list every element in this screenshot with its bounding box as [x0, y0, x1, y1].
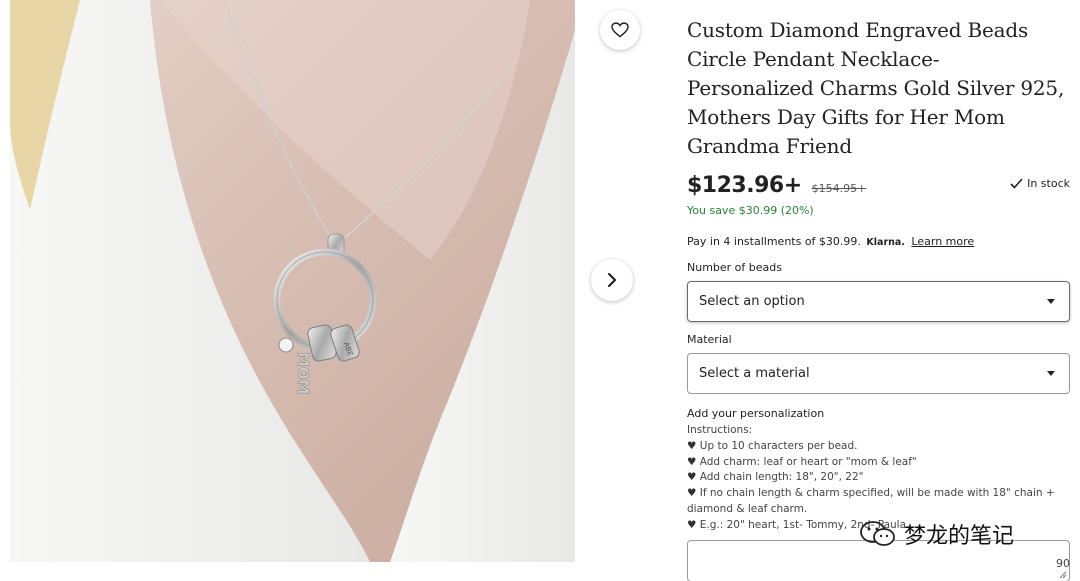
price-row: $123.96+ $154.95+ In stock: [687, 173, 1072, 201]
instruction-line: ♥ Up to 10 characters per bead.: [687, 439, 858, 452]
product-title: Custom Diamond Engraved Beads Circle Pen…: [687, 18, 1065, 158]
product-photo: ABE MOM: [10, 0, 575, 562]
next-image-button[interactable]: [591, 259, 633, 301]
current-price: $123.96+: [687, 173, 802, 198]
learn-more-link[interactable]: Learn more: [911, 235, 974, 248]
resize-handle-icon[interactable]: [1059, 571, 1067, 579]
watermark-text: 梦龙的笔记: [904, 524, 1015, 549]
instruction-line: ♥ Add chain length: 18", 20", 22": [687, 471, 864, 484]
personalization-instructions: Instructions: ♥ Up to 10 characters per …: [687, 423, 1072, 534]
heart-bullet-icon: ♥: [687, 471, 697, 484]
necklace-photo-illustration: ABE MOM: [10, 0, 575, 562]
heart-bullet-icon: ♥: [687, 439, 697, 452]
heart-bullet-icon: ♥: [687, 487, 697, 500]
wechat-icon: [860, 521, 895, 546]
mom-charm-engraving: MOM: [294, 352, 312, 395]
personalization-title: Add your personalization: [687, 407, 825, 420]
klarna-logo: Klarna.: [866, 237, 905, 248]
heart-bullet-icon: ♥: [687, 518, 697, 531]
instruction-line: ♥ If no chain length & charm specified, …: [687, 487, 1055, 515]
stock-label: In stock: [1027, 177, 1070, 190]
favorite-button[interactable]: [600, 10, 640, 50]
instructions-heading: Instructions:: [687, 424, 753, 436]
beads-select-value: Select an option: [699, 294, 805, 309]
beads-select[interactable]: Select an option: [687, 281, 1070, 322]
check-icon: [1010, 178, 1023, 189]
material-select[interactable]: Select a material: [687, 353, 1070, 394]
chevron-right-icon: [607, 272, 617, 288]
klarna-installments: Pay in 4 installments of $30.99. Klarna.…: [687, 235, 1072, 248]
heart-outline-icon: [611, 22, 629, 38]
savings-text: You save $30.99 (20%): [687, 204, 814, 217]
heart-bullet-icon: ♥: [687, 455, 697, 468]
stock-status: In stock: [1010, 177, 1070, 190]
caret-down-icon: [1047, 299, 1055, 304]
beads-label: Number of beads: [687, 261, 782, 274]
material-select-value: Select a material: [699, 366, 810, 381]
klarna-text: Pay in 4 installments of $30.99.: [687, 235, 861, 248]
instruction-line: ♥ Add charm: leaf or heart or "mom & lea…: [687, 455, 917, 468]
watermark: 梦龙的笔记: [858, 518, 1014, 550]
material-label: Material: [687, 333, 732, 346]
character-count: 90: [1056, 557, 1070, 570]
original-price: $154.95+: [811, 182, 867, 195]
product-details: Custom Diamond Engraved Beads Circle Pen…: [687, 16, 1072, 581]
caret-down-icon: [1047, 371, 1055, 376]
